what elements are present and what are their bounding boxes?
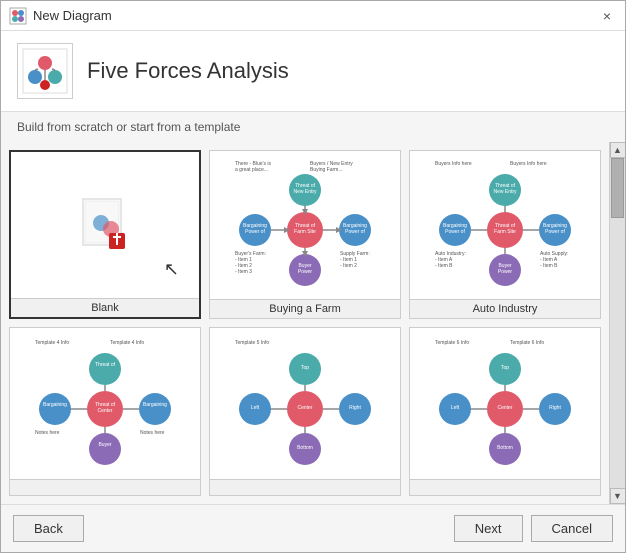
svg-text:Farm Site: Farm Site [494,229,516,235]
svg-text:a great place...: a great place... [235,167,268,173]
svg-text:Notes here: Notes here [35,430,60,436]
scrollbar[interactable]: ▲ ▼ [609,142,625,504]
svg-text:Power of: Power of [445,229,465,235]
svg-text:Left: Left [251,405,260,411]
svg-text:Power: Power [298,269,313,275]
svg-text:Buying Farm...: Buying Farm... [310,167,343,173]
svg-text:Buyer: Buyer [98,442,111,448]
close-button[interactable]: × [597,6,617,26]
svg-text:Bargaining: Bargaining [143,402,167,408]
template-grid: ↖ Blank There - Blue's is a great place.… [9,150,601,496]
footer: Back Next Cancel [1,504,625,552]
subtitle: Build from scratch or start from a templ… [1,112,625,142]
buying-farm-label: Buying a Farm [210,299,400,318]
template-grid-area: ↖ Blank There - Blue's is a great place.… [1,142,609,504]
template-4[interactable]: Template 4 Info Template 4 Info Threa [9,327,201,496]
svg-text:Template 6 Info: Template 6 Info [510,340,544,346]
svg-text:Center: Center [297,405,312,411]
svg-text:Buyers Info here: Buyers Info here [435,161,472,167]
auto-industry-label: Auto Industry [410,299,600,318]
svg-text:Right: Right [349,405,361,411]
template-auto-industry[interactable]: Buyers Info here Buyers Info here Threat… [409,150,601,319]
svg-text:- Item 2: - Item 2 [340,263,357,269]
svg-text:- Item B: - Item B [540,263,558,269]
svg-text:Power of: Power of [345,229,365,235]
blank-icon [75,195,135,255]
svg-text:Power of: Power of [245,229,265,235]
svg-text:Template 4 Info: Template 4 Info [35,340,69,346]
header: Five Forces Analysis [1,31,625,112]
svg-text:Template 6 Info: Template 6 Info [435,340,469,346]
svg-text:New Entry: New Entry [493,189,517,195]
cursor-icon: ↖ [164,259,179,280]
header-title: Five Forces Analysis [87,58,289,84]
back-button[interactable]: Back [13,515,84,542]
content: ↖ Blank There - Blue's is a great place.… [1,142,625,504]
svg-text:Bottom: Bottom [497,445,513,451]
title-bar-icon [9,7,27,25]
svg-text:Farm Site: Farm Site [294,229,316,235]
svg-text:Threat of: Threat of [95,362,116,368]
scrollbar-thumb[interactable] [611,158,624,218]
svg-text:Template 4 Info: Template 4 Info [110,340,144,346]
template-buying-farm[interactable]: There - Blue's is a great place... Buyer… [209,150,401,319]
svg-text:- Item B: - Item B [435,263,453,269]
dialog: New Diagram × Five Forces Analysis Build… [0,0,626,553]
svg-text:Center: Center [97,408,112,414]
svg-text:Buyers Info here: Buyers Info here [510,161,547,167]
next-button[interactable]: Next [454,515,523,542]
svg-text:Center: Center [497,405,512,411]
svg-text:Top: Top [501,365,509,371]
header-icon [17,43,73,99]
scroll-up-button[interactable]: ▲ [610,142,626,158]
svg-text:- Item 3: - Item 3 [235,269,252,275]
title-bar-text: New Diagram [33,8,597,23]
svg-text:Left: Left [451,405,460,411]
template-5[interactable]: Template 5 Info Center Left [209,327,401,496]
blank-label: Blank [11,298,199,317]
auto-industry-preview: Buyers Info here Buyers Info here Threat… [410,151,600,299]
svg-text:Power of: Power of [545,229,565,235]
template-6[interactable]: Template 6 Info Template 6 Info Cente [409,327,601,496]
scrollbar-track [610,158,625,488]
scroll-down-button[interactable]: ▼ [610,488,626,504]
svg-text:Bottom: Bottom [297,445,313,451]
svg-text:Notes here: Notes here [140,430,165,436]
svg-text:Bargaining: Bargaining [43,402,67,408]
title-bar: New Diagram × [1,1,625,31]
template5-preview: Template 5 Info Center Left [210,328,400,479]
template4-preview: Template 4 Info Template 4 Info Threa [10,328,200,479]
blank-preview: ↖ [11,152,199,298]
template6-preview: Template 6 Info Template 6 Info Cente [410,328,600,479]
cancel-button[interactable]: Cancel [531,515,613,542]
template-blank[interactable]: ↖ Blank [9,150,201,319]
svg-text:Template 5 Info: Template 5 Info [235,340,269,346]
template5-label [210,479,400,495]
template4-label [10,479,200,495]
buying-farm-preview: There - Blue's is a great place... Buyer… [210,151,400,299]
template6-label [410,479,600,495]
svg-text:Power: Power [498,269,513,275]
svg-text:Top: Top [301,365,309,371]
svg-text:Right: Right [549,405,561,411]
svg-text:New Entry: New Entry [293,189,317,195]
